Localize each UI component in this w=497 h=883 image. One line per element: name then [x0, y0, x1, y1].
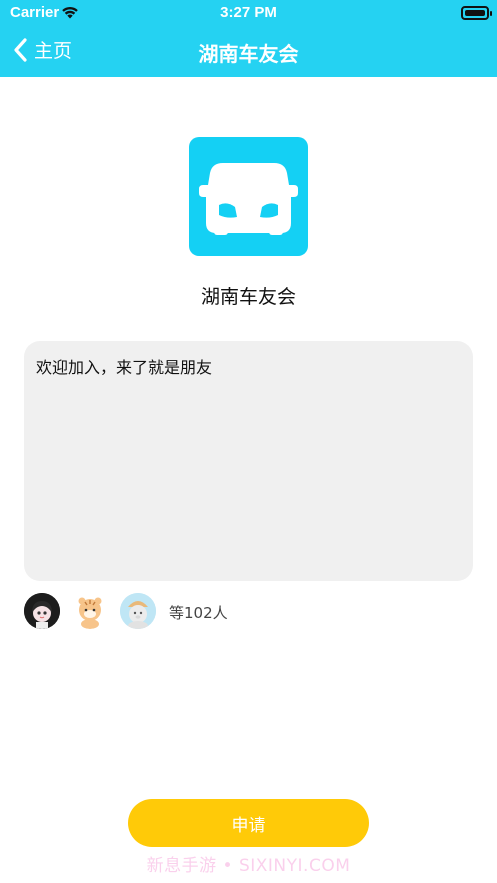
member-avatar — [72, 593, 108, 629]
avatar-tiger-icon — [72, 593, 108, 629]
header-bar: Carrier 3:27 PM 主页 湖南车友会 — [0, 0, 497, 77]
group-avatar — [189, 137, 308, 256]
apply-button[interactable]: 申请 — [128, 799, 369, 847]
clock: 3:27 PM — [220, 4, 277, 21]
group-intro-box: 欢迎加入，来了就是朋友 — [24, 341, 473, 581]
car-icon — [199, 163, 298, 235]
battery-icon — [461, 6, 492, 20]
page-title: 湖南车友会 — [198, 42, 299, 66]
group-name: 湖南车友会 — [200, 286, 296, 308]
status-bar: Carrier 3:27 PM — [0, 0, 497, 26]
avatar-bear-icon — [120, 593, 156, 629]
member-avatar — [24, 593, 60, 629]
navigation-bar: 主页 湖南车友会 — [0, 26, 497, 77]
avatar-girl-icon — [24, 593, 60, 629]
member-count: 等102人 — [169, 604, 228, 622]
member-list[interactable]: 等102人 — [24, 593, 473, 629]
member-avatar — [120, 593, 156, 629]
group-intro-text: 欢迎加入，来了就是朋友 — [36, 358, 213, 377]
watermark: 新息手游 • SIXINYI.COM — [146, 856, 351, 876]
